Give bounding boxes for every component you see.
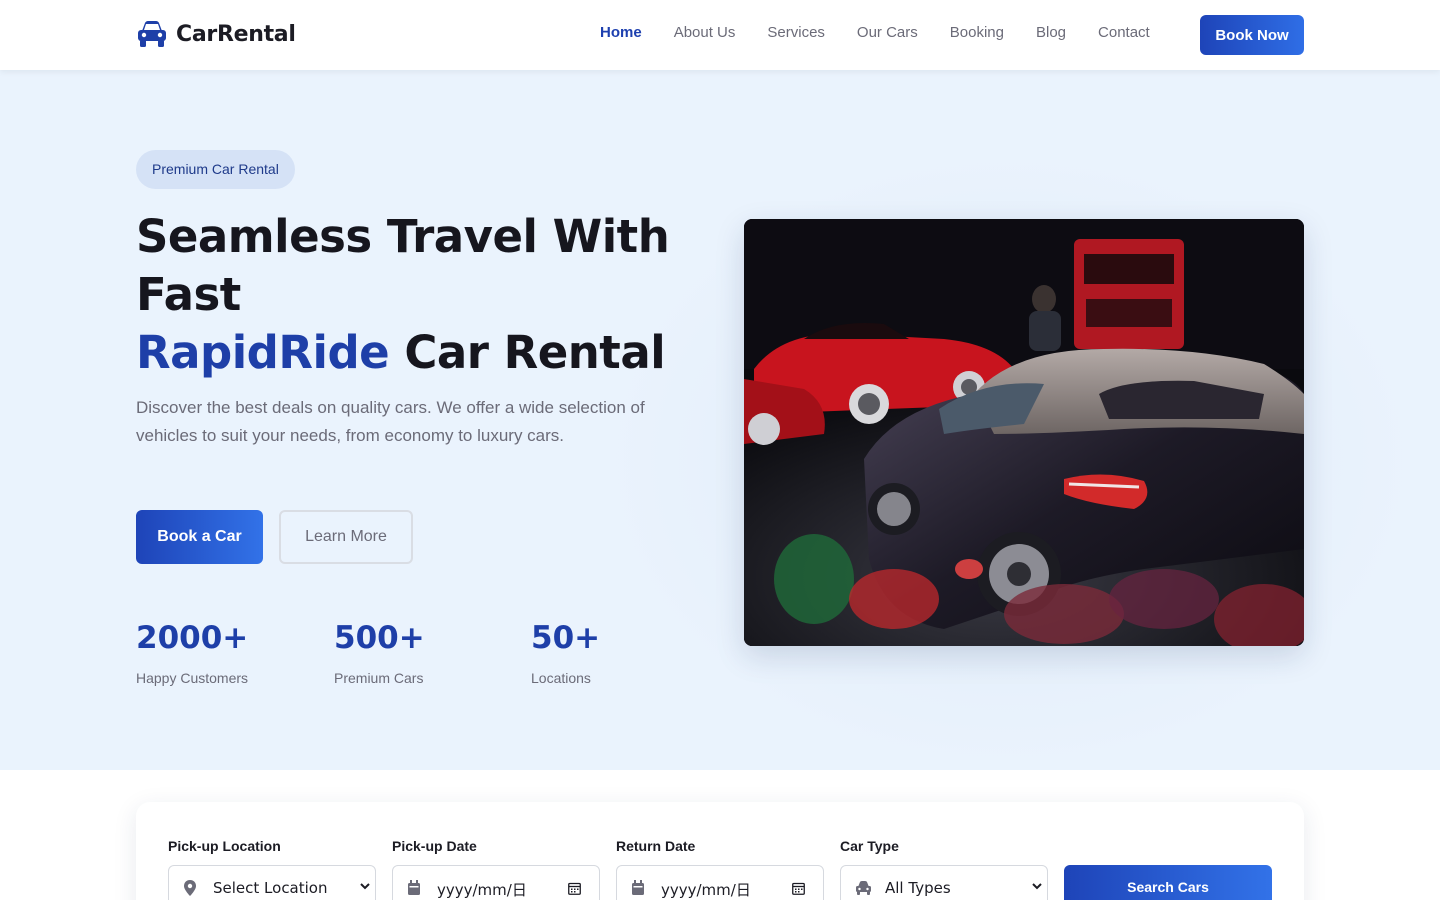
chevron-down-icon (1032, 883, 1042, 890)
car-icon (138, 21, 166, 47)
return-date-field: Return Date yyyy/mm/日 (616, 838, 824, 900)
car-type-select[interactable]: All Types (840, 865, 1048, 900)
date-picker-icon[interactable] (568, 882, 581, 895)
stat-locations: 50+ Locations (531, 618, 600, 686)
stat-value: 2000+ (136, 620, 249, 656)
hero-description: Discover the best deals on quality cars.… (136, 398, 645, 445)
nav-link-our-cars[interactable]: Our Cars (857, 24, 918, 41)
map-pin-icon (184, 880, 196, 896)
nav-link-services[interactable]: Services (767, 24, 825, 41)
chevron-down-icon (360, 883, 370, 890)
car-type-field: Car Type All Types (840, 838, 1048, 900)
stat-label: Happy Customers (136, 670, 249, 686)
learn-more-button[interactable]: Learn More (279, 510, 413, 564)
hero-title-line2: Fast (136, 268, 241, 321)
pickup-date-input[interactable]: yyyy/mm/日 (392, 865, 600, 900)
date-picker-icon[interactable] (792, 882, 805, 895)
brand-logo[interactable]: CarRental (136, 19, 296, 49)
calendar-icon (632, 880, 644, 895)
hero-title-line1: Seamless Travel With (136, 210, 670, 263)
hero-title-line3: Car Rental (389, 326, 666, 379)
pickup-location-select[interactable]: Select Location (168, 865, 376, 900)
stat-happy-customers: 2000+ Happy Customers (136, 618, 248, 686)
top-navbar: CarRental Home About Us Services Our Car… (0, 0, 1440, 70)
hero-section: Premium Car Rental Seamless Travel With … (0, 70, 1440, 770)
calendar-icon (408, 880, 420, 895)
search-cars-button[interactable]: Search Cars (1064, 865, 1272, 900)
pickup-location-value: Select Location (213, 879, 328, 897)
hero-badge: Premium Car Rental (136, 150, 295, 189)
nav-menu: Home About Us Services Our Cars Booking … (600, 24, 1182, 41)
book-a-car-button[interactable]: Book a Car (136, 510, 263, 564)
brand-name: CarRental (176, 21, 296, 47)
stat-value: 500+ (334, 620, 425, 656)
nav-link-blog[interactable]: Blog (1036, 24, 1066, 41)
hero-title: Seamless Travel With Fast RapidRide Car … (136, 208, 676, 382)
stat-value: 50+ (531, 620, 601, 656)
return-date-value: yyyy/mm/日 (661, 881, 751, 899)
stat-label: Premium Cars (334, 670, 424, 686)
return-date-label: Return Date (616, 838, 696, 854)
return-date-input[interactable]: yyyy/mm/日 (616, 865, 824, 900)
car-type-value: All Types (885, 879, 951, 897)
car-type-label: Car Type (840, 838, 899, 854)
car-icon (856, 881, 871, 895)
stat-label: Locations (531, 670, 591, 686)
book-now-button[interactable]: Book Now (1200, 15, 1304, 55)
pickup-location-field: Pick-up Location Select Location (168, 838, 376, 900)
nav-link-home[interactable]: Home (600, 24, 642, 41)
hero-car-photo (744, 219, 1304, 646)
nav-link-contact[interactable]: Contact (1098, 24, 1150, 41)
search-form: Pick-up Location Select Location Pick-up… (136, 802, 1304, 900)
pickup-location-label: Pick-up Location (168, 838, 281, 854)
pickup-date-field: Pick-up Date yyyy/mm/日 (392, 838, 600, 900)
car-showroom-image (744, 219, 1304, 646)
pickup-date-label: Pick-up Date (392, 838, 477, 854)
nav-link-booking[interactable]: Booking (950, 24, 1004, 41)
stat-premium-cars: 500+ Premium Cars (334, 618, 425, 686)
pickup-date-value: yyyy/mm/日 (437, 881, 527, 899)
nav-link-about-us[interactable]: About Us (674, 24, 736, 41)
hero-title-accent: RapidRide (136, 326, 390, 379)
